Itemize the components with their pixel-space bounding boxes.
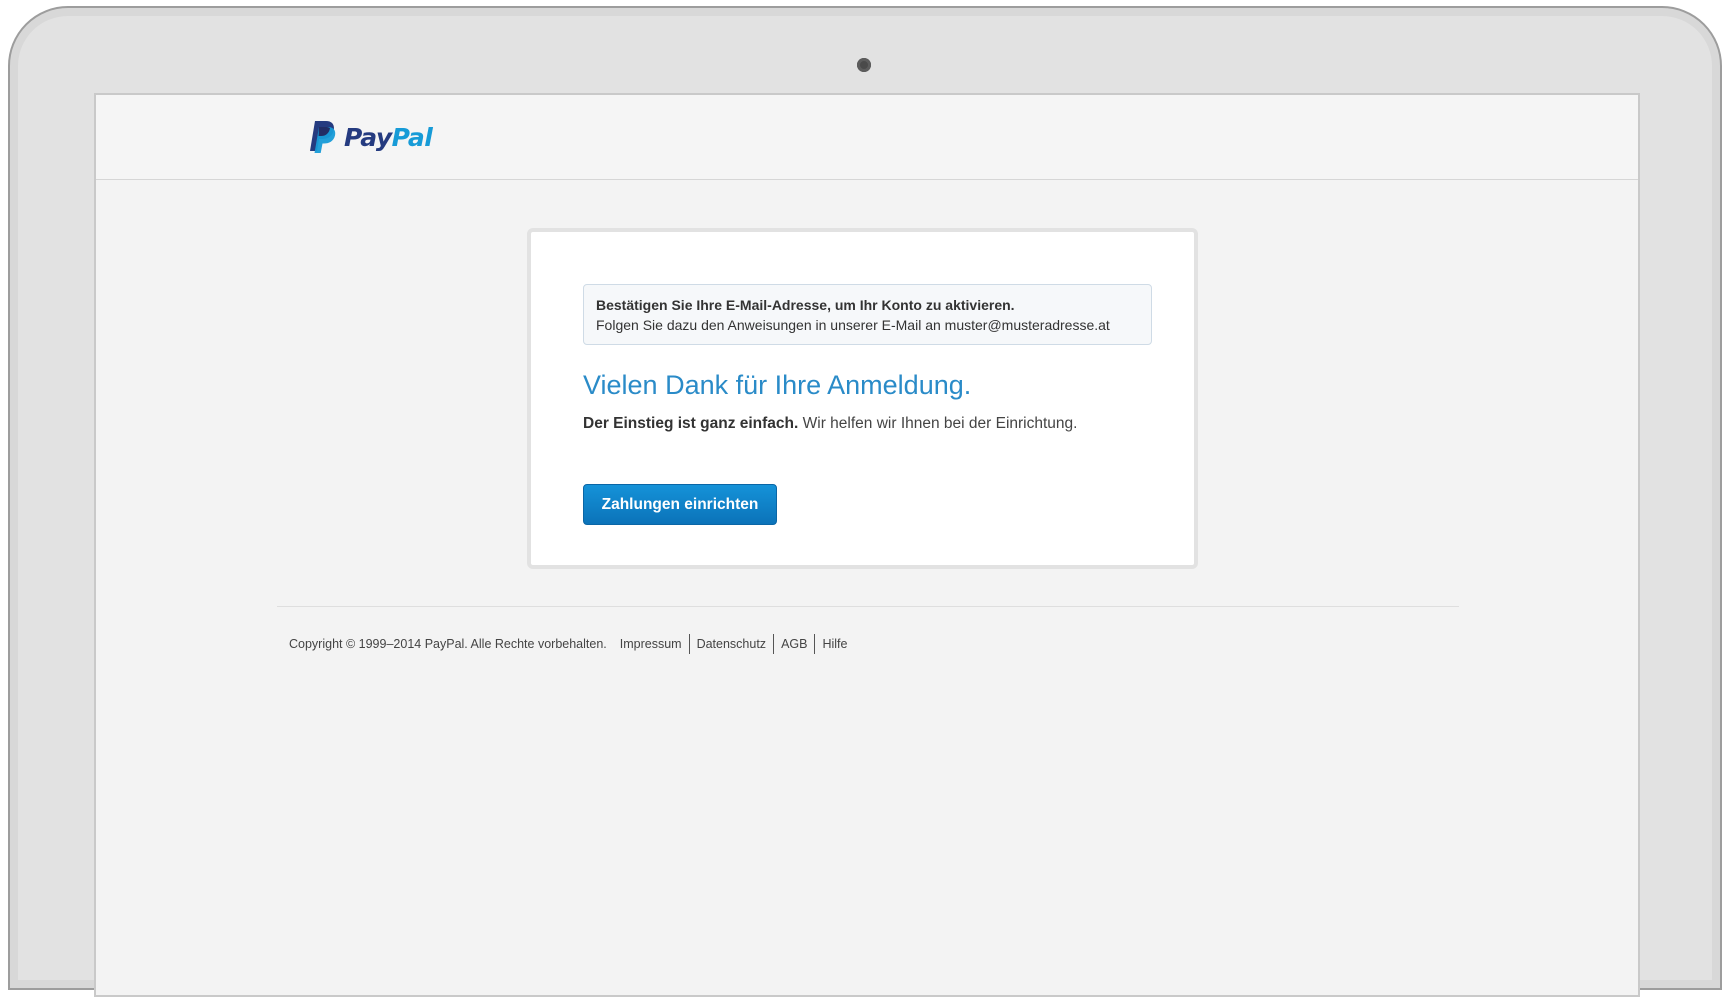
intro-text: Der Einstieg ist ganz einfach. Wir helfe… (583, 415, 1077, 433)
intro-text-bold: Der Einstieg ist ganz einfach. (583, 415, 799, 432)
footer-link-datenschutz[interactable]: Datenschutz (690, 634, 773, 654)
wordmark-pay: Pay (344, 122, 392, 152)
intro-text-rest: Wir helfen wir Ihnen bei der Einrichtung… (798, 415, 1078, 432)
site-header: PayPal (96, 95, 1638, 180)
notice-title: Bestätigen Sie Ihre E-Mail-Adresse, um I… (596, 297, 1015, 313)
paypal-logo[interactable]: PayPal (308, 119, 433, 155)
footer-link-impressum[interactable]: Impressum (620, 634, 689, 654)
browser-viewport: PayPal Bestätigen Sie Ihre E-Mail-Adress… (94, 93, 1640, 997)
signup-confirmation-card: Bestätigen Sie Ihre E-Mail-Adresse, um I… (527, 228, 1198, 569)
paypal-wordmark: PayPal (344, 122, 433, 152)
copyright-text: Copyright © 1999–2014 PayPal. Alle Recht… (289, 637, 607, 651)
notice-body: Folgen Sie dazu den Anweisungen in unser… (596, 317, 1110, 333)
footer-divider (277, 606, 1459, 607)
footer-link-agb[interactable]: AGB (774, 634, 814, 654)
webcam (857, 58, 871, 72)
paypal-p-icon (310, 121, 336, 153)
wordmark-pal: Pal (391, 122, 433, 152)
site-footer: Copyright © 1999–2014 PayPal. Alle Recht… (289, 634, 854, 654)
setup-payments-button[interactable]: Zahlungen einrichten (583, 484, 777, 525)
email-confirmation-notice: Bestätigen Sie Ihre E-Mail-Adresse, um I… (583, 284, 1152, 345)
footer-link-hilfe[interactable]: Hilfe (815, 634, 854, 654)
page-title: Vielen Dank für Ihre Anmeldung. (583, 370, 972, 400)
